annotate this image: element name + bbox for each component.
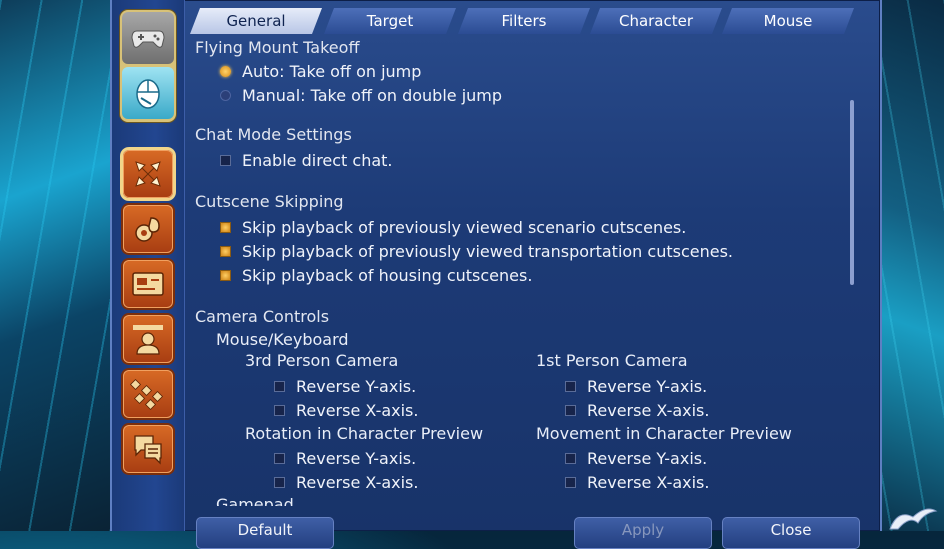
arrows-icon: [135, 161, 161, 187]
option-label: Skip playback of housing cutscenes.: [242, 266, 533, 285]
option-label: Reverse Y-axis.: [296, 449, 417, 468]
checkbox-indicator: [565, 453, 576, 464]
checkbox-3rd-reverse-x[interactable]: Reverse X-axis.: [274, 401, 418, 420]
mouse-mode-button[interactable]: [122, 67, 174, 119]
checkbox-movement-reverse-x[interactable]: Reverse X-axis.: [565, 473, 709, 492]
tab-label: Target: [366, 12, 414, 30]
category-chat-button[interactable]: [123, 425, 173, 473]
grid-icon: [130, 378, 164, 411]
input-mode-switch: [120, 10, 176, 122]
checkbox-indicator: [220, 246, 231, 257]
checkbox-1st-reverse-x[interactable]: Reverse X-axis.: [565, 401, 709, 420]
person-icon: [133, 325, 163, 355]
subsection-1st-person: 1st Person Camera: [536, 351, 688, 370]
gear-bag-icon: [135, 217, 160, 242]
tab-target[interactable]: Target: [324, 8, 456, 34]
option-label: Enable direct chat.: [242, 151, 393, 170]
checkbox-indicator: [220, 222, 231, 233]
checkbox-indicator: [274, 381, 285, 392]
category-character-button[interactable]: [123, 315, 173, 363]
default-button[interactable]: Default: [196, 517, 334, 549]
system-configuration-window: General Target Filters Character Mouse F…: [110, 0, 882, 549]
checkbox-indicator: [274, 477, 285, 488]
tab-label: Mouse: [763, 12, 813, 30]
section-title-cutscene: Cutscene Skipping: [195, 192, 344, 211]
option-label: Reverse X-axis.: [587, 473, 710, 492]
subsection-3rd-person: 3rd Person Camera: [245, 351, 399, 370]
radio-indicator: [220, 66, 231, 77]
option-label: Manual: Take off on double jump: [242, 86, 503, 105]
checkbox-direct-chat[interactable]: Enable direct chat.: [220, 151, 393, 170]
apply-button[interactable]: Apply: [574, 517, 712, 549]
checkbox-indicator: [565, 477, 576, 488]
tab-bar: General Target Filters Character Mouse: [190, 8, 870, 34]
subsection-movement-preview: Movement in Character Preview: [536, 424, 792, 443]
gamepad-mode-button[interactable]: [122, 12, 174, 64]
checkbox-indicator: [565, 405, 576, 416]
option-label: Reverse Y-axis.: [296, 377, 417, 396]
checkbox-1st-reverse-y[interactable]: Reverse Y-axis.: [565, 377, 707, 396]
checkbox-movement-reverse-y[interactable]: Reverse Y-axis.: [565, 449, 707, 468]
category-grid-button[interactable]: [123, 370, 173, 418]
checkbox-indicator: [565, 381, 576, 392]
gamepad-icon: [131, 30, 165, 48]
checkbox-3rd-reverse-y[interactable]: Reverse Y-axis.: [274, 377, 416, 396]
category-card-button[interactable]: [123, 260, 173, 308]
chat-bubbles-icon: [134, 435, 162, 465]
section-title-camera: Camera Controls: [195, 307, 330, 326]
checkbox-indicator: [274, 405, 285, 416]
radio-manual-takeoff[interactable]: Manual: Take off on double jump: [220, 86, 502, 105]
card-icon: [132, 272, 164, 296]
category-general-button[interactable]: [123, 150, 173, 198]
checkbox-indicator: [220, 270, 231, 281]
section-title-flying-mount: Flying Mount Takeoff: [195, 38, 360, 57]
option-label: Reverse X-axis.: [587, 401, 710, 420]
option-label: Reverse Y-axis.: [587, 377, 708, 396]
tab-filters[interactable]: Filters: [458, 8, 590, 34]
category-gear-button[interactable]: [123, 205, 173, 253]
option-label: Reverse X-axis.: [296, 401, 419, 420]
checkbox-skip-transportation[interactable]: Skip playback of previously viewed trans…: [220, 242, 733, 261]
subsection-mouse-keyboard: Mouse/Keyboard: [216, 330, 349, 349]
section-title-chat-mode: Chat Mode Settings: [195, 125, 352, 144]
option-label: Reverse Y-axis.: [587, 449, 708, 468]
checkbox-skip-housing[interactable]: Skip playback of housing cutscenes.: [220, 266, 532, 285]
background-scene-left: [0, 0, 120, 531]
checkbox-rotation-reverse-x[interactable]: Reverse X-axis.: [274, 473, 418, 492]
mouse-icon: [136, 79, 160, 109]
tab-character[interactable]: Character: [590, 8, 722, 34]
checkbox-indicator: [274, 453, 285, 464]
radio-indicator: [220, 90, 231, 101]
tab-mouse[interactable]: Mouse: [722, 8, 854, 34]
close-button[interactable]: Close: [722, 517, 860, 549]
settings-content: Flying Mount Takeoff Auto: Take off on j…: [192, 36, 852, 506]
subsection-gamepad: Gamepad: [216, 495, 294, 506]
option-label: Reverse X-axis.: [296, 473, 419, 492]
checkbox-indicator: [220, 155, 231, 166]
tab-label: Character: [618, 12, 694, 30]
option-label: Skip playback of previously viewed trans…: [242, 242, 733, 261]
subsection-rotation-preview: Rotation in Character Preview: [245, 424, 484, 443]
ornament-icon: [889, 508, 938, 530]
checkbox-rotation-reverse-y[interactable]: Reverse Y-axis.: [274, 449, 416, 468]
tab-label: Filters: [501, 12, 547, 30]
checkbox-skip-scenario[interactable]: Skip playback of previously viewed scena…: [220, 218, 686, 237]
tab-general[interactable]: General: [190, 8, 322, 34]
category-sidebar: [112, 0, 185, 531]
radio-auto-takeoff[interactable]: Auto: Take off on jump: [220, 62, 421, 81]
tab-label: General: [226, 12, 286, 30]
option-label: Skip playback of previously viewed scena…: [242, 218, 687, 237]
option-label: Auto: Take off on jump: [242, 62, 422, 81]
content-scrollbar[interactable]: [850, 100, 854, 285]
